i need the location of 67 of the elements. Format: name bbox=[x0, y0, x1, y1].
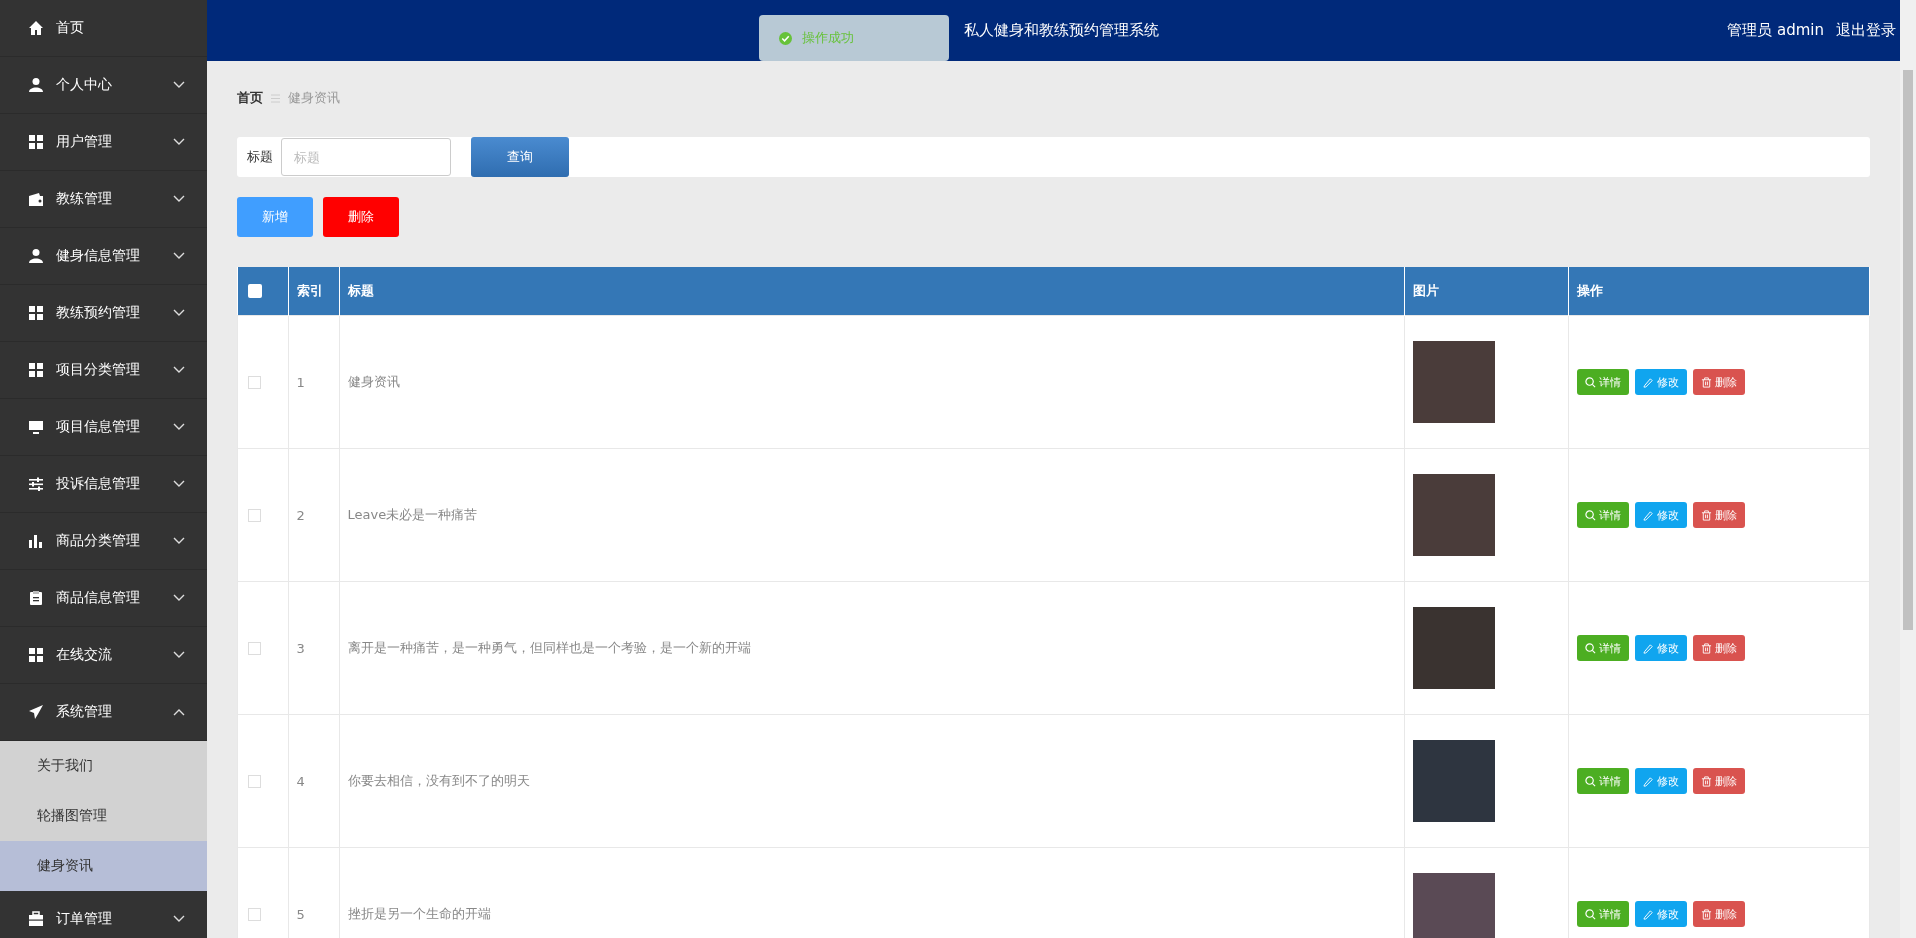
index-cell: 4 bbox=[288, 714, 339, 848]
submenu-item[interactable]: 轮播图管理 bbox=[0, 791, 207, 841]
clipboard-icon bbox=[28, 590, 44, 606]
delete-button[interactable]: 删除 bbox=[1693, 768, 1745, 794]
pencil-icon bbox=[1643, 775, 1654, 787]
delete-button[interactable]: 删除 bbox=[1693, 901, 1745, 927]
title-cell: 离开是一种痛苦，是一种勇气，但同样也是一个考验，是一个新的开端 bbox=[339, 581, 1405, 715]
title-cell: 你要去相信，没有到不了的明天 bbox=[339, 714, 1405, 848]
trash-icon bbox=[1701, 775, 1712, 787]
pencil-icon bbox=[1643, 642, 1654, 654]
briefcase-icon bbox=[28, 911, 44, 927]
grid-icon bbox=[28, 305, 44, 321]
submenu-item[interactable]: 关于我们 bbox=[0, 741, 207, 791]
send-icon bbox=[28, 704, 44, 720]
row-checkbox[interactable] bbox=[248, 375, 261, 389]
grid-icon bbox=[28, 134, 44, 150]
title-input[interactable]: 标题 bbox=[281, 138, 451, 176]
check-icon bbox=[779, 31, 792, 45]
pencil-icon bbox=[1643, 376, 1654, 388]
column-header: 图片 bbox=[1404, 267, 1569, 316]
scrollbar[interactable] bbox=[1900, 0, 1916, 938]
search-icon bbox=[1585, 908, 1596, 920]
row-checkbox[interactable] bbox=[248, 641, 261, 655]
select-all-checkbox[interactable] bbox=[247, 284, 262, 298]
trash-icon bbox=[1701, 509, 1712, 521]
logout-link[interactable]: 退出登录 bbox=[1836, 21, 1896, 40]
grid-icon bbox=[28, 647, 44, 663]
row-checkbox[interactable] bbox=[248, 508, 261, 522]
column-header: 索引 bbox=[288, 267, 339, 316]
app-title: 私人健身和教练预约管理系统 bbox=[964, 21, 1159, 40]
user-name: 管理员 admin bbox=[1727, 21, 1824, 40]
submenu-item[interactable]: 健身资讯 bbox=[0, 841, 207, 891]
breadcrumb-link[interactable]: 首页 bbox=[237, 89, 263, 107]
index-cell: 3 bbox=[288, 581, 339, 715]
delete-button[interactable]: 删除 bbox=[1693, 502, 1745, 528]
user-icon bbox=[28, 248, 44, 264]
separator-icon bbox=[271, 93, 280, 103]
column-header: 操作 bbox=[1568, 267, 1870, 316]
trash-icon bbox=[1701, 376, 1712, 388]
row-checkbox[interactable] bbox=[248, 907, 261, 921]
bars-icon bbox=[28, 533, 44, 549]
trash-icon bbox=[1701, 642, 1712, 654]
field-label: 标题 bbox=[247, 148, 273, 166]
grid-icon bbox=[28, 362, 44, 378]
index-cell: 2 bbox=[288, 448, 339, 582]
home-icon bbox=[28, 20, 44, 36]
title-cell: Leave未必是一种痛苦 bbox=[339, 448, 1405, 582]
title-cell: 健身资讯 bbox=[339, 315, 1405, 449]
user-icon bbox=[28, 77, 44, 93]
row-checkbox[interactable] bbox=[248, 774, 261, 788]
pencil-icon bbox=[1643, 908, 1654, 920]
delete-button[interactable]: 删除 bbox=[323, 197, 399, 237]
search-icon bbox=[1585, 509, 1596, 521]
search-icon bbox=[1585, 775, 1596, 787]
pencil-icon bbox=[1643, 509, 1654, 521]
trash-icon bbox=[1701, 908, 1712, 920]
delete-button[interactable]: 删除 bbox=[1693, 635, 1745, 661]
monitor-icon bbox=[28, 419, 44, 435]
query-button[interactable]: 查询 bbox=[471, 137, 569, 177]
delete-button[interactable]: 删除 bbox=[1693, 369, 1745, 395]
toast-message: 操作成功 bbox=[802, 29, 854, 47]
wallet-icon bbox=[28, 191, 44, 207]
search-icon bbox=[1585, 642, 1596, 654]
sliders-icon bbox=[28, 476, 44, 492]
column-header: 标题 bbox=[339, 267, 1405, 316]
search-icon bbox=[1585, 376, 1596, 388]
index-cell: 1 bbox=[288, 315, 339, 449]
